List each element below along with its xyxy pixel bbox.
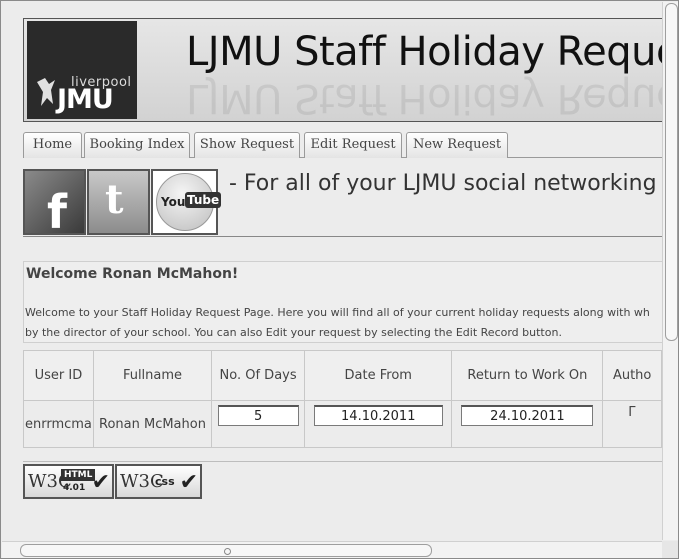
col-return-on: Return to Work On <box>451 350 604 401</box>
social-bar: f t You Tube - For all of your LJMU soci… <box>23 169 662 239</box>
welcome-panel: Welcome Ronan McMahon! Welcome to your S… <box>23 261 662 343</box>
w3c-css-badge[interactable]: W3C css ✔ <box>115 464 202 499</box>
days-field[interactable] <box>217 405 299 426</box>
checkmark-icon: ✔ <box>91 470 110 495</box>
site-title-reflection: LJMU Staff Holiday Reque <box>186 75 662 121</box>
date-from-field[interactable] <box>313 405 443 426</box>
cell-days <box>211 400 306 448</box>
tab-home[interactable]: Home <box>23 132 82 158</box>
return-on-field[interactable] <box>461 405 594 426</box>
vertical-scrollbar[interactable] <box>662 2 678 540</box>
welcome-heading: Welcome Ronan McMahon! <box>26 266 239 282</box>
welcome-line-1: Welcome to your Staff Holiday Request Pa… <box>25 306 650 319</box>
tab-new-request[interactable]: New Request <box>406 132 508 158</box>
nav-tabs: Home Booking Index Show Request Edit Req… <box>23 132 662 158</box>
table-header-row: User ID Fullname No. Of Days Date From R… <box>23 350 662 401</box>
welcome-text: Welcome to your Staff Holiday Request Pa… <box>25 303 662 343</box>
facebook-icon: f <box>47 185 68 239</box>
cell-user-id: enrrmcma <box>23 400 94 448</box>
twitter-button[interactable]: t <box>87 169 150 235</box>
table-row: enrrmcma Ronan McMahon Г <box>23 400 662 448</box>
cell-authorised[interactable]: Г <box>602 400 662 448</box>
w3c-html-badge[interactable]: W3C HTML 4.01 ✔ <box>23 464 114 499</box>
requests-table: User ID Fullname No. Of Days Date From R… <box>23 350 662 448</box>
col-authorised: Autho <box>602 350 662 401</box>
tab-edit-request[interactable]: Edit Request <box>304 132 402 158</box>
horizontal-scrollbar[interactable] <box>2 541 662 558</box>
cell-fullname: Ronan McMahon <box>92 400 213 448</box>
twitter-icon: t <box>105 176 124 223</box>
logo-jmu-text: JMU <box>57 84 114 115</box>
browser-frame: liverpool JMU LJMU Staff Holiday Reque L… <box>0 0 679 559</box>
col-fullname: Fullname <box>92 350 213 401</box>
footer-divider <box>23 461 662 462</box>
page-viewport: liverpool JMU LJMU Staff Holiday Reque L… <box>2 2 662 540</box>
html-label: HTML <box>61 469 96 481</box>
html-version: 4.01 <box>63 483 86 493</box>
col-days: No. Of Days <box>211 350 306 401</box>
cell-date-from <box>304 400 453 448</box>
youtube-tube-text: Tube <box>185 192 222 208</box>
checkmark-icon: ✔ <box>179 470 198 495</box>
horizontal-scroll-thumb[interactable] <box>20 544 432 557</box>
col-user-id: User ID <box>23 350 94 401</box>
vertical-scroll-thumb[interactable] <box>665 3 678 341</box>
tab-booking-index[interactable]: Booking Index <box>84 132 190 158</box>
liver-bird-icon <box>37 78 55 106</box>
site-title: LJMU Staff Holiday Reque <box>186 29 662 75</box>
cell-return-on <box>451 400 604 448</box>
facebook-button[interactable]: f <box>23 169 86 239</box>
welcome-line-2: by the director of your school. You can … <box>25 326 562 339</box>
css-label: css <box>155 475 175 488</box>
tab-show-request[interactable]: Show Request <box>194 132 300 158</box>
col-date-from: Date From <box>304 350 453 401</box>
youtube-you-text: You <box>161 195 186 209</box>
youtube-button[interactable]: You Tube <box>151 169 222 235</box>
scrollbar-corner <box>662 541 678 558</box>
header-banner: liverpool JMU LJMU Staff Holiday Reque L… <box>23 18 662 122</box>
social-tagline: - For all of your LJMU social networking <box>229 171 657 196</box>
ljmu-logo: liverpool JMU <box>27 21 137 119</box>
